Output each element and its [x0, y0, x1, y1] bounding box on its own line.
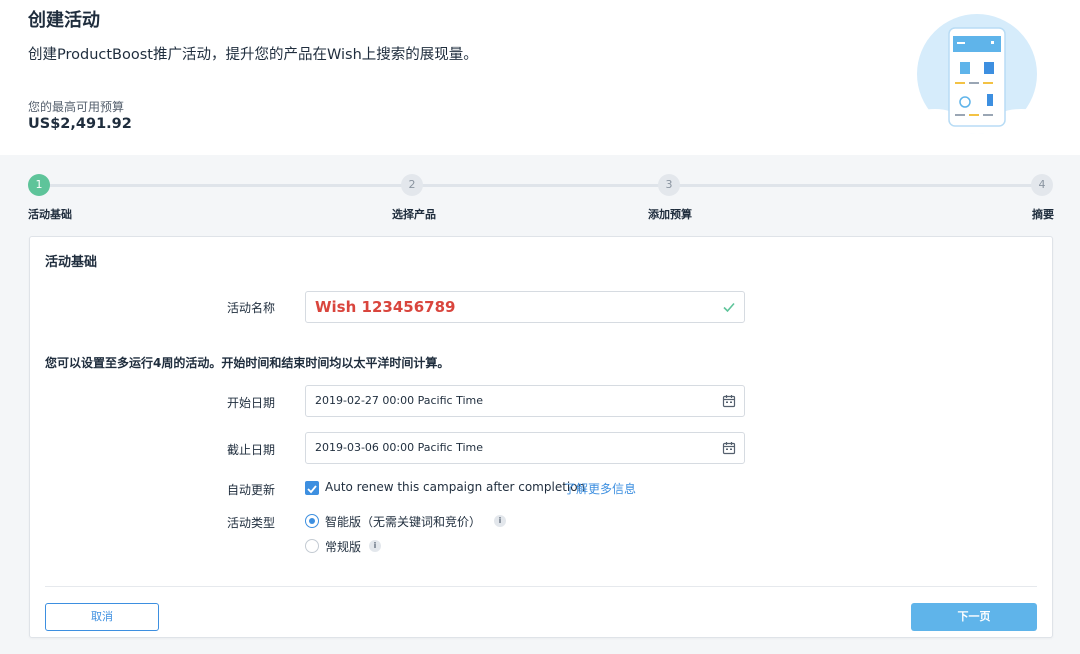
checkmark-icon: [307, 485, 317, 494]
page-title: 创建活动: [28, 10, 100, 31]
check-icon: [723, 302, 735, 313]
learn-more-link[interactable]: 了解更多信息: [564, 480, 636, 497]
auto-renew-label: 自动更新: [226, 483, 275, 497]
campaign-type-label: 活动类型: [226, 516, 275, 530]
cancel-button[interactable]: 取消: [45, 603, 159, 631]
campaign-basics-card: 活动基础 活动名称 Wish 123456789 您可以设置至多运行4周的活动。…: [29, 236, 1053, 638]
step-1-indicator: 1: [28, 174, 50, 196]
step-2-indicator: 2: [401, 174, 423, 196]
end-date-value: 2019-03-06 00:00 Pacific Time: [315, 441, 483, 454]
footer-divider: [45, 586, 1037, 587]
calendar-icon[interactable]: [722, 394, 736, 408]
step-1-label: 活动基础: [28, 208, 72, 221]
standard-type-text: 常规版: [325, 540, 362, 554]
calendar-icon[interactable]: [722, 441, 736, 455]
campaign-name-value: Wish 123456789: [315, 298, 456, 316]
start-date-input[interactable]: 2019-02-27 00:00 Pacific Time: [305, 385, 745, 417]
end-date-label: 截止日期: [226, 443, 275, 457]
end-date-input[interactable]: 2019-03-06 00:00 Pacific Time: [305, 432, 745, 464]
standard-type-radio[interactable]: [305, 539, 319, 553]
step-3-label: 添加预算: [648, 208, 692, 221]
page-header: 创建活动 创建ProductBoost推广活动，提升您的产品在Wish上搜索的展…: [0, 0, 1080, 155]
start-date-label: 开始日期: [226, 396, 275, 410]
campaign-name-label: 活动名称: [226, 301, 275, 315]
next-page-button[interactable]: 下一页: [911, 603, 1037, 631]
schedule-info-text: 您可以设置至多运行4周的活动。开始时间和结束时间均以太平洋时间计算。: [45, 356, 450, 370]
smart-type-info-icon[interactable]: i: [494, 515, 506, 527]
step-4-indicator: 4: [1031, 174, 1053, 196]
standard-type-info-icon[interactable]: i: [369, 540, 381, 552]
auto-renew-checkbox[interactable]: [305, 481, 319, 495]
smart-type-radio[interactable]: [305, 514, 319, 528]
start-date-value: 2019-02-27 00:00 Pacific Time: [315, 394, 483, 407]
budget-label: 您的最高可用预算: [28, 100, 125, 114]
page-description: 创建ProductBoost推广活动，提升您的产品在Wish上搜索的展现量。: [28, 47, 478, 63]
campaign-name-input[interactable]: Wish 123456789: [305, 291, 745, 323]
auto-renew-text: Auto renew this campaign after completio…: [325, 480, 586, 494]
step-3-indicator: 3: [658, 174, 680, 196]
budget-value: US$2,491.92: [28, 116, 132, 132]
step-4-label: 摘要: [1032, 208, 1054, 221]
campaign-illustration: [913, 14, 1045, 134]
progress-stepper: 1 2 3 4 活动基础 选择产品 添加预算 摘要: [28, 172, 1056, 222]
smart-type-text: 智能版（无需关键词和竞价）: [325, 515, 482, 529]
step-2-label: 选择产品: [392, 208, 436, 221]
section-title: 活动基础: [45, 255, 98, 270]
stepper-track: [40, 184, 1044, 187]
